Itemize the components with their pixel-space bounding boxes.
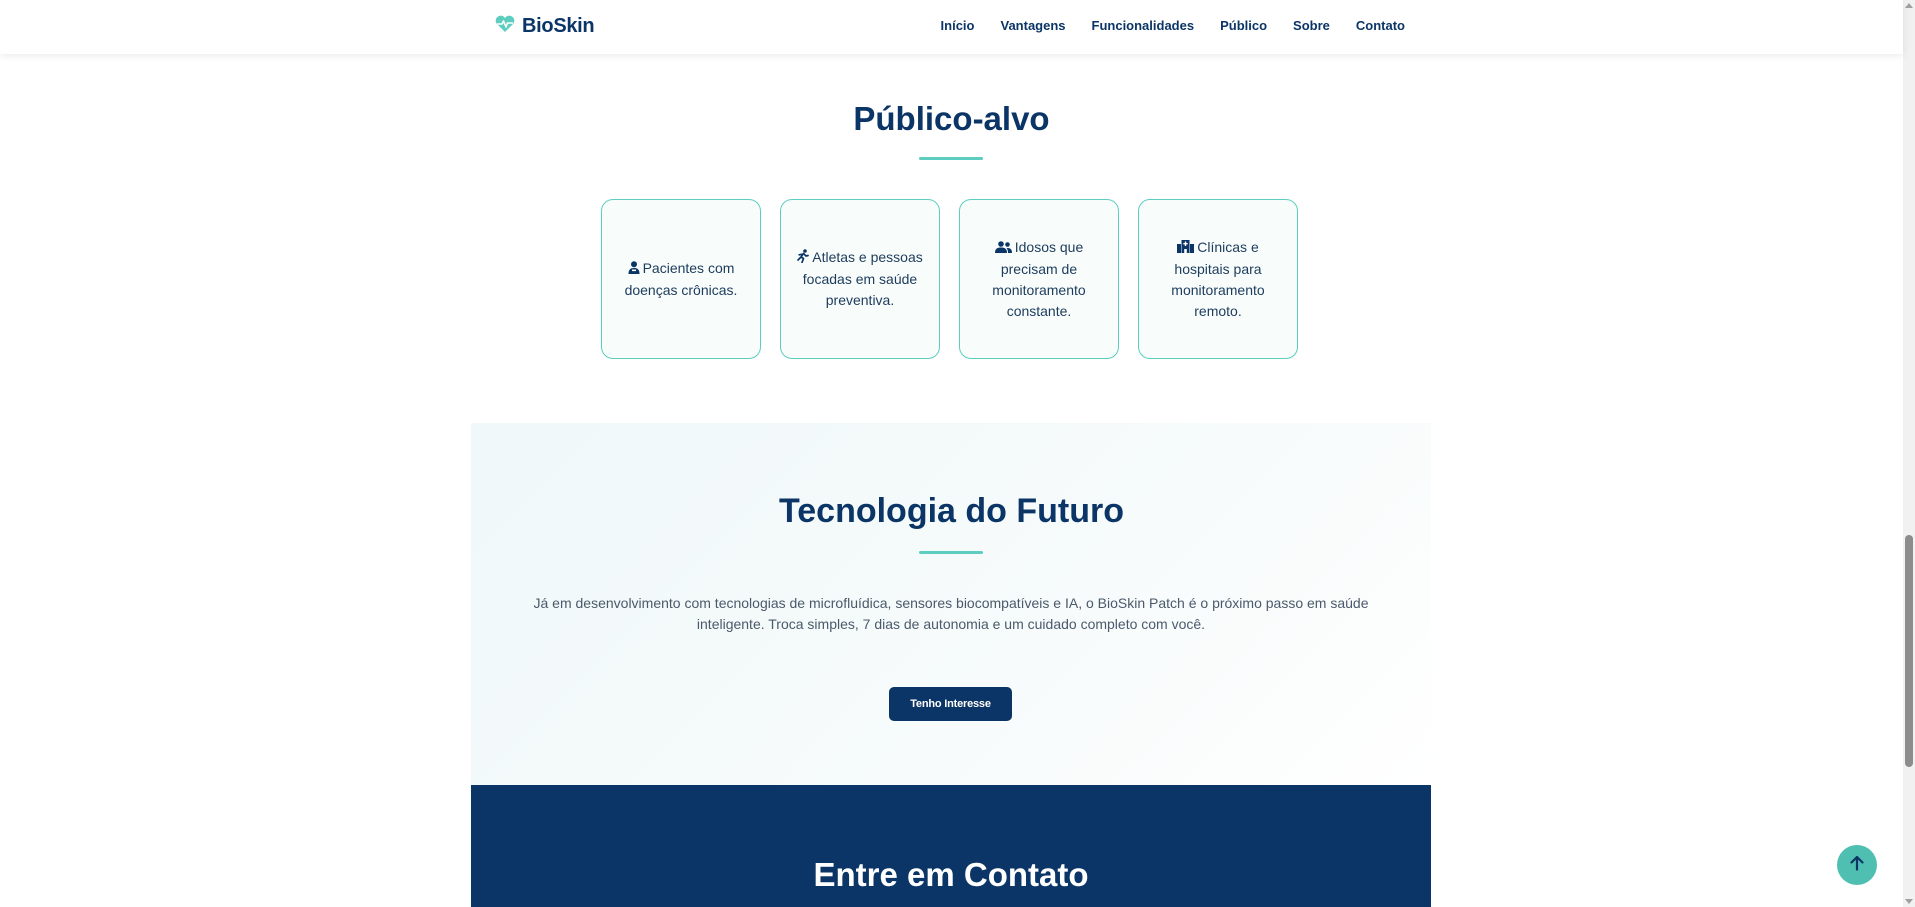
tech-title-underline bbox=[919, 551, 983, 554]
contact-title: Entre em Contato bbox=[813, 856, 1089, 893]
hospital-icon bbox=[1177, 238, 1195, 259]
users-icon bbox=[994, 238, 1012, 259]
user-injured-icon bbox=[628, 259, 640, 280]
audience-title: Público-alvo bbox=[853, 100, 1050, 137]
audience-card-text: Idosos que precisam de monitoramento con… bbox=[992, 238, 1086, 319]
audience-card-text: Pacientes com doenças crônicas. bbox=[624, 259, 738, 298]
contact-section: Entre em Contato bbox=[471, 785, 1431, 907]
nav-inicio[interactable]: Início bbox=[941, 18, 975, 33]
main-nav: Início Vantagens Funcionalidades Público… bbox=[941, 18, 1405, 33]
arrow-up-icon bbox=[1848, 854, 1866, 877]
nav-funcionalidades[interactable]: Funcionalidades bbox=[1092, 18, 1195, 33]
audience-card-patients: Pacientes com doenças crônicas. bbox=[601, 199, 761, 359]
interest-button[interactable]: Tenho Interesse bbox=[889, 687, 1012, 721]
heartbeat-icon bbox=[494, 15, 516, 38]
audience-cards: Pacientes com doenças crônicas. Atletas … bbox=[601, 199, 1298, 359]
scroll-down-icon[interactable] bbox=[1905, 899, 1913, 904]
back-to-top-button[interactable] bbox=[1837, 845, 1877, 885]
audience-card-elderly: Idosos que precisam de monitoramento con… bbox=[959, 199, 1119, 359]
logo-text: BioSkin bbox=[522, 15, 595, 37]
nav-contato[interactable]: Contato bbox=[1356, 18, 1405, 33]
audience-title-underline bbox=[919, 157, 983, 160]
nav-publico[interactable]: Público bbox=[1220, 18, 1267, 33]
logo[interactable]: BioSkin bbox=[494, 15, 595, 38]
site-header: BioSkin Início Vantagens Funcionalidades… bbox=[0, 0, 1903, 54]
scroll-up-icon[interactable] bbox=[1905, 3, 1913, 8]
nav-vantagens[interactable]: Vantagens bbox=[1000, 18, 1065, 33]
audience-card-text: Atletas e pessoas focadas em saúde preve… bbox=[797, 247, 923, 311]
nav-sobre[interactable]: Sobre bbox=[1293, 18, 1330, 33]
audience-card-athletes: Atletas e pessoas focadas em saúde preve… bbox=[780, 199, 940, 359]
tech-description: Já em desenvolvimento com tecnologias de… bbox=[533, 595, 1369, 632]
audience-card-text: Clínicas e hospitais para monitoramento … bbox=[1171, 238, 1265, 319]
scrollbar-thumb[interactable] bbox=[1905, 535, 1913, 767]
page-scrollbar[interactable] bbox=[1903, 0, 1915, 907]
running-icon bbox=[797, 248, 810, 269]
audience-card-clinics: Clínicas e hospitais para monitoramento … bbox=[1138, 199, 1298, 359]
tech-title: Tecnologia do Futuro bbox=[779, 492, 1124, 530]
